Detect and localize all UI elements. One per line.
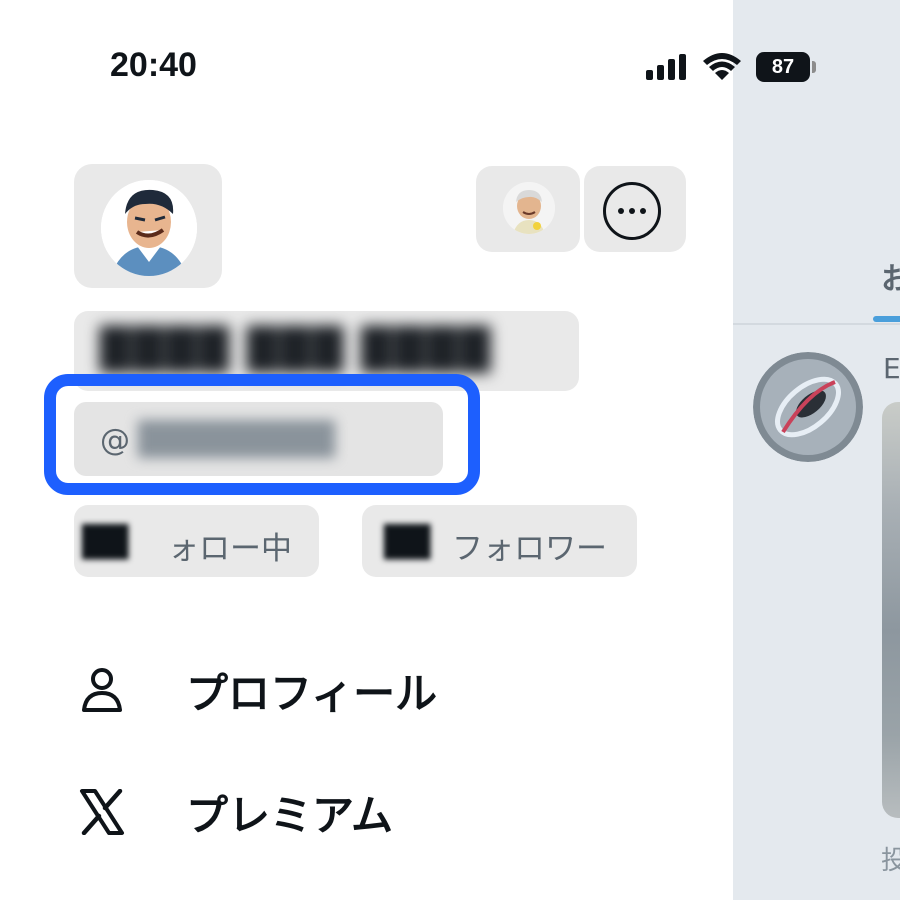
avatar[interactable]	[101, 180, 197, 276]
highlight-frame	[44, 374, 480, 495]
menu-label-premium: プレミアム	[186, 790, 394, 840]
person-icon	[74, 662, 130, 718]
display-name: ████ ███ ████	[100, 327, 493, 373]
followers-label: フォロワー	[452, 531, 607, 567]
profile-avatar-button[interactable]	[74, 164, 222, 288]
followers-count: ██	[384, 525, 431, 560]
status-time: 20:40	[110, 46, 197, 84]
more-icon[interactable]	[603, 182, 661, 240]
menu-item-profile[interactable]: プロフィール	[74, 660, 437, 720]
battery-cap	[812, 61, 816, 73]
menu-label-profile: プロフィール	[186, 668, 438, 718]
menu-item-premium[interactable]: プレミアム	[74, 782, 393, 842]
x-logo-icon	[74, 784, 130, 840]
other-account-avatar[interactable]	[503, 182, 555, 234]
followers-link[interactable]: ██ フォロワー	[362, 505, 637, 577]
tab-indicator	[873, 316, 900, 322]
signal-icon	[646, 54, 686, 80]
divider	[733, 323, 900, 325]
post-media[interactable]	[882, 402, 900, 818]
following-link[interactable]: ██ ォロー中	[74, 505, 319, 577]
timeline-tab-label[interactable]: お	[881, 254, 900, 298]
status-icons: 87	[646, 50, 816, 84]
more-accounts-button[interactable]	[584, 166, 686, 252]
post-author-name[interactable]: E	[883, 352, 900, 385]
battery-icon: 87	[756, 52, 816, 82]
wifi-icon	[703, 53, 741, 80]
post-footer-text: 投	[881, 846, 900, 876]
switch-account-button[interactable]	[476, 166, 580, 252]
following-count: ██	[82, 525, 129, 560]
following-label: ォロー中	[168, 531, 292, 567]
battery-level: 87	[756, 52, 810, 82]
post-author-avatar[interactable]	[753, 352, 863, 462]
timeline-panel[interactable]: お E 投	[733, 0, 900, 900]
